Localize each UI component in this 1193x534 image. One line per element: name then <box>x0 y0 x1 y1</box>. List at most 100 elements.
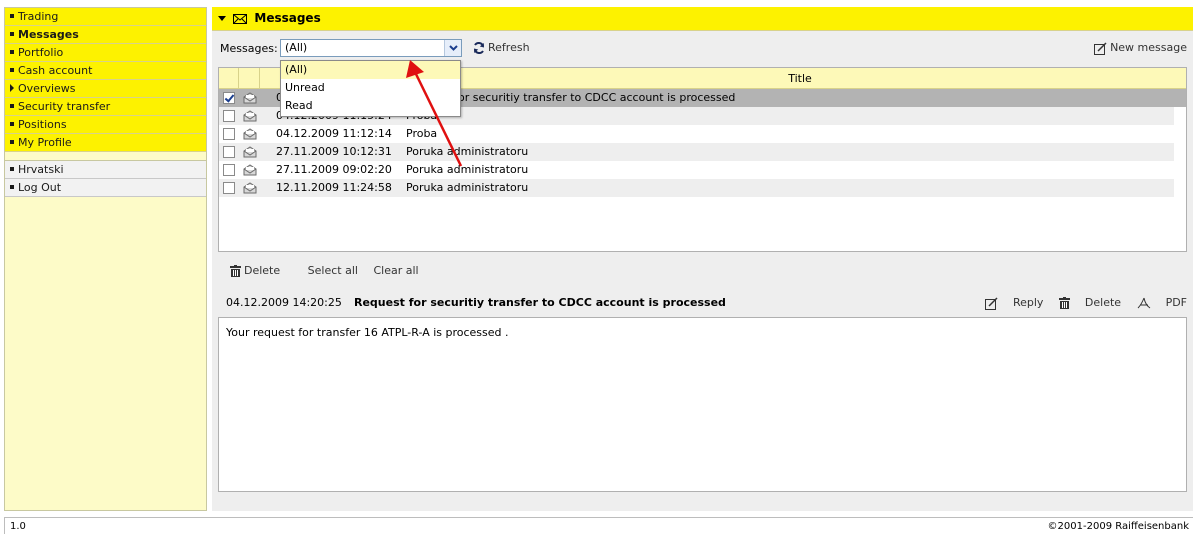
delete-label: Delete <box>244 264 281 277</box>
new-message-button[interactable]: New message <box>1094 41 1187 55</box>
row-checkbox[interactable] <box>223 182 235 194</box>
filter-label: Messages: <box>220 42 278 55</box>
detail-actions: Reply Delete PDF <box>973 296 1187 310</box>
row-subject: Poruka administratoru <box>406 181 529 194</box>
table-row[interactable]: 27.11.2009 10:12:31 Poruka administratoru <box>219 143 1186 161</box>
row-checkbox[interactable] <box>223 92 235 104</box>
sidebar-item-trading[interactable]: Trading <box>5 8 206 26</box>
row-subject: Poruka administratoru <box>406 145 529 158</box>
sidebar-item-my-profile[interactable]: My Profile <box>5 134 206 152</box>
row-date: 12.11.2009 11:24:58 <box>276 181 392 194</box>
row-end <box>1174 125 1186 143</box>
panel-header[interactable]: Messages <box>212 7 1193 31</box>
refresh-button[interactable]: Refresh <box>473 41 530 54</box>
sidebar-item-label: Log Out <box>18 181 62 194</box>
table-row[interactable]: 12.11.2009 11:24:58 Poruka administratoru <box>219 179 1186 197</box>
bullet-icon <box>10 140 14 144</box>
message-filter-select[interactable]: (All) <box>280 39 462 57</box>
sidebar-item-label: Security transfer <box>18 100 111 113</box>
row-end <box>1174 107 1186 125</box>
refresh-icon <box>474 42 484 54</box>
message-detail-header: 04.12.2009 14:20:25 Request for securiti… <box>226 296 1187 312</box>
row-date: 27.11.2009 09:02:20 <box>276 163 392 176</box>
row-checkbox[interactable] <box>223 128 235 140</box>
sidebar-item-positions[interactable]: Positions <box>5 116 206 134</box>
bullet-icon <box>10 185 14 189</box>
expand-arrow-icon <box>10 84 14 92</box>
dropdown-option-all[interactable]: (All) <box>281 61 460 79</box>
open-envelope-icon <box>243 182 257 194</box>
status-bar: 1.0 ©2001-2009 Raiffeisenbank <box>4 517 1193 534</box>
sidebar-divider <box>5 152 206 161</box>
compose-icon <box>1094 41 1107 55</box>
delete-label: Delete <box>1084 296 1122 309</box>
sidebar-item-label: Portfolio <box>18 46 64 59</box>
row-subject: Proba <box>406 127 438 140</box>
bullet-icon <box>10 104 14 108</box>
clear-all-button[interactable]: Clear all <box>373 264 418 277</box>
pdf-icon <box>1137 297 1150 309</box>
sidebar-nav: Trading Messages Portfolio Cash account … <box>4 7 207 511</box>
sidebar-item-label: Messages <box>18 28 79 41</box>
dropdown-option-read[interactable]: Read <box>281 97 460 115</box>
select-all-button[interactable]: Select all <box>308 264 358 277</box>
bullet-icon <box>10 122 14 126</box>
sidebar-item-label: Hrvatski <box>18 163 64 176</box>
reply-label: Reply <box>1012 296 1044 309</box>
refresh-label: Refresh <box>488 41 530 54</box>
sidebar-item-label: My Profile <box>18 136 72 149</box>
row-end <box>1174 179 1186 197</box>
bullet-icon <box>10 50 14 54</box>
row-checkbox[interactable] <box>223 164 235 176</box>
sidebar-item-logout[interactable]: Log Out <box>5 179 206 197</box>
sidebar-item-label: Trading <box>18 10 59 23</box>
dropdown-toggle[interactable] <box>444 40 461 56</box>
row-end <box>1174 143 1186 161</box>
row-subject: Poruka administratoru <box>406 163 529 176</box>
filter-value[interactable]: (All) <box>285 41 307 54</box>
row-checkbox[interactable] <box>223 146 235 158</box>
open-envelope-icon <box>243 146 257 158</box>
sidebar-item-security-transfer[interactable]: Security transfer <box>5 98 206 116</box>
row-date: 04.12.2009 11:12:14 <box>276 127 392 140</box>
dropdown-option-unread[interactable]: Unread <box>281 79 460 97</box>
trash-icon <box>1058 297 1070 309</box>
chevron-down-icon <box>449 45 458 51</box>
new-message-label: New message <box>1110 41 1187 54</box>
row-checkbox[interactable] <box>223 110 235 122</box>
pdf-button[interactable]: PDF <box>1137 296 1187 309</box>
detail-subject: Request for securitiy transfer to CDCC a… <box>354 296 726 309</box>
message-body-text: Your request for transfer 16 ATPL-R-A is… <box>226 326 509 339</box>
bullet-icon <box>10 68 14 72</box>
open-envelope-icon <box>243 128 257 140</box>
row-date: 27.11.2009 10:12:31 <box>276 145 392 158</box>
list-actions: Delete Select all Clear all <box>230 264 431 277</box>
open-envelope-icon <box>243 164 257 176</box>
bullet-icon <box>10 32 14 36</box>
sidebar-item-label: Cash account <box>18 64 93 77</box>
sidebar-item-language[interactable]: Hrvatski <box>5 161 206 179</box>
message-body: Your request for transfer 16 ATPL-R-A is… <box>218 317 1187 492</box>
table-row[interactable]: 27.11.2009 09:02:20 Poruka administratoru <box>219 161 1186 179</box>
bullet-icon <box>10 14 14 18</box>
bullet-icon <box>10 167 14 171</box>
table-row[interactable]: 04.12.2009 11:12:14 Proba <box>219 125 1186 143</box>
detail-date: 04.12.2009 14:20:25 <box>226 296 342 309</box>
copyright-label: ©2001-2009 Raiffeisenbank <box>1047 521 1189 532</box>
delete-selected-button[interactable]: Delete <box>230 264 292 277</box>
sidebar-item-label: Positions <box>18 118 67 131</box>
compose-icon <box>984 296 998 310</box>
reply-button[interactable]: Reply <box>984 296 1044 310</box>
sidebar-item-cash-account[interactable]: Cash account <box>5 62 206 80</box>
sidebar-item-messages[interactable]: Messages <box>5 26 206 44</box>
sidebar-item-overviews[interactable]: Overviews <box>5 80 206 98</box>
page-title: Messages <box>254 11 321 25</box>
messages-toolbar: Messages: (All) Refresh New message <box>212 36 1193 62</box>
open-envelope-icon <box>243 110 257 122</box>
delete-message-button[interactable]: Delete <box>1058 296 1122 309</box>
sidebar-item-label: Overviews <box>18 82 76 95</box>
pdf-label: PDF <box>1165 296 1187 309</box>
sidebar-item-portfolio[interactable]: Portfolio <box>5 44 206 62</box>
trash-icon <box>230 265 241 277</box>
collapse-arrow-icon[interactable] <box>218 16 226 21</box>
